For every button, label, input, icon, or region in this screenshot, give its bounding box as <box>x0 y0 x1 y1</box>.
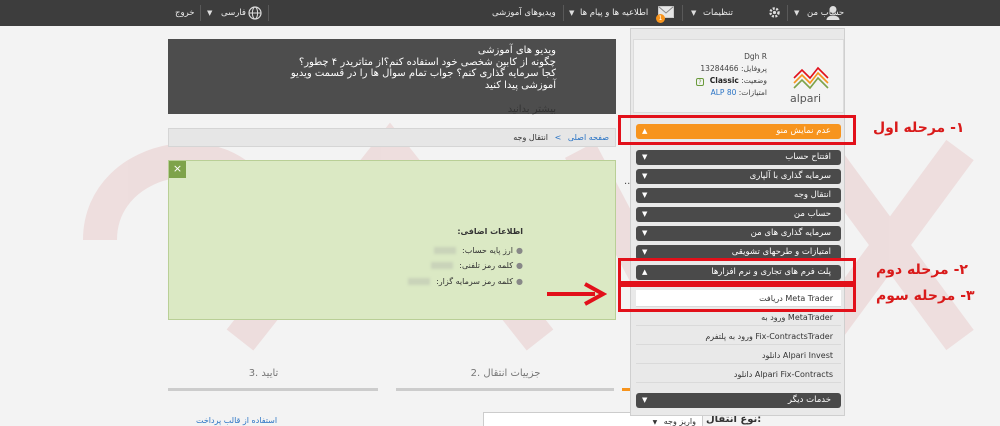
points-value[interactable]: ALP 80 <box>711 88 737 97</box>
account-profile: پروفایل: 13284466 <box>700 64 767 73</box>
step-progress-line <box>396 388 614 391</box>
divider <box>787 5 788 21</box>
redacted-value <box>434 246 457 254</box>
account-status: وضعیت: Classic <box>710 76 767 85</box>
redacted-value <box>431 262 454 269</box>
chevron-down-icon: ▼ <box>642 172 648 180</box>
menu-label: خدمات دیگر <box>787 395 831 405</box>
chevron-down-icon: ▼ <box>642 191 648 199</box>
annotation-highlight-step2 <box>618 258 856 284</box>
globe-icon[interactable] <box>248 6 262 20</box>
info-label: کلمه رمز تلفنی: <box>459 261 514 270</box>
divider <box>268 5 269 21</box>
transfer-type-value: واریز وجه <box>663 417 696 426</box>
menu-label: سرمایه گذاری های من <box>750 228 831 238</box>
divider <box>682 5 683 21</box>
info-row: ●کلمه رمز سرمایه گزار: <box>323 274 523 290</box>
account-card: Dgh R پروفایل: 13284466 وضعیت: Classic ?… <box>633 39 844 113</box>
close-icon[interactable]: × <box>169 161 186 178</box>
sidebar: Dgh R پروفایل: 13284466 وضعیت: Classic ?… <box>630 28 845 416</box>
payment-template-link[interactable]: استفاده از قالب پرداخت <box>196 416 277 425</box>
gear-icon[interactable] <box>768 6 781 20</box>
breadcrumb: صفحه اصلی > انتقال وجه <box>168 128 616 147</box>
bullet-icon: ● <box>516 276 523 286</box>
step-progress-line-active <box>622 388 630 391</box>
annotation-step1: ۱- مرحله اول <box>873 120 965 136</box>
notifications-link[interactable]: اطلاعیه ها و پیام ها <box>580 0 648 26</box>
tutorials-link[interactable]: ویدیوهای آموزشی <box>492 0 556 26</box>
chevron-down-icon: ▼ <box>642 210 648 218</box>
breadcrumb-current: انتقال وجه <box>513 133 549 142</box>
annotation-step3: ۳- مرحله سوم <box>876 288 975 304</box>
chevron-down-icon: ▼ <box>642 229 648 237</box>
redacted-value <box>408 277 431 285</box>
submenu-download-fix-contracts[interactable]: دانلود Alpari Fix-Contracts <box>636 366 841 383</box>
video-tutorials-notice: ویدیو های آموزشی چگونه از کابین شخصی خود… <box>168 39 616 114</box>
status-label: وضعیت: <box>741 76 767 85</box>
menu-open-account[interactable]: افتتاح حساب ▼ <box>636 150 841 165</box>
chevron-down-icon[interactable]: ▼ <box>794 0 799 26</box>
divider <box>200 5 201 21</box>
account-name: Dgh R <box>744 52 767 61</box>
breadcrumb-home[interactable]: صفحه اصلی <box>568 133 609 142</box>
additional-info: اطلاعات اضافی: ●ارز پایه حساب: ●کلمه رمز… <box>323 224 523 289</box>
chevron-down-icon: ▼ <box>642 396 648 404</box>
menu-label: سرمایه گذاری با آلپاری <box>749 171 831 181</box>
menu-label: انتقال وجه <box>794 190 831 200</box>
menu-label: امتیازات و طرحهای تشویقی <box>731 247 831 257</box>
info-row: ●ارز پایه حساب: <box>323 243 523 259</box>
breadcrumb-separator: > <box>554 133 562 142</box>
menu-label: افتتاح حساب <box>785 152 831 162</box>
points-label: امتیازات: <box>738 88 767 97</box>
logo-text: alpari <box>790 92 822 105</box>
learn-more-link[interactable]: بیشتر بدانید <box>168 104 616 118</box>
settings-link[interactable]: تنظیمات <box>703 0 733 26</box>
step-confirm: 3. تایید <box>248 368 279 379</box>
menu-my-account[interactable]: حساب من ▼ <box>636 207 841 222</box>
chevron-down-icon[interactable]: ▼ <box>569 0 574 26</box>
chevron-down-icon[interactable]: ▼ <box>207 0 212 26</box>
info-row: ●کلمه رمز تلفنی: <box>323 258 523 274</box>
menu-invest-alpari[interactable]: سرمایه گذاری با آلپاری ▼ <box>636 169 841 184</box>
language-selector[interactable]: فارسی <box>221 0 246 26</box>
info-label: کلمه رمز سرمایه گزار: <box>436 276 514 286</box>
info-title: اطلاعات اضافی: <box>457 227 523 236</box>
divider <box>563 5 564 21</box>
menu-label: حساب من <box>793 209 831 219</box>
bullet-icon: ● <box>516 261 523 270</box>
notification-badge: 1 <box>656 14 665 23</box>
logout-link[interactable]: خروج <box>175 0 195 26</box>
submenu-login-fix-contracts[interactable]: ورود به پلتفرم Fix-ContractsTrader <box>636 328 841 345</box>
annotation-highlight-step3 <box>618 284 856 312</box>
menu-other-services[interactable]: خدمات دیگر ▼ <box>636 393 841 408</box>
annotation-step2: ۲- مرحله دوم <box>876 262 968 278</box>
help-icon[interactable]: ? <box>696 78 704 86</box>
chevron-down-icon: ▼ <box>642 153 648 161</box>
profile-value: 13284466 <box>700 64 739 73</box>
status-value: Classic <box>709 76 739 85</box>
menu-fund-transfer[interactable]: انتقال وجه ▼ <box>636 188 841 203</box>
chevron-down-icon[interactable]: ▼ <box>691 0 696 26</box>
submenu-download-alpari-invest[interactable]: دانلود Alpari Invest <box>636 347 841 364</box>
notice-line: کجا سرمایه گذاری کنم؟ جواب تمام سوال ها … <box>290 68 556 79</box>
chevron-down-icon: ▼ <box>652 419 658 426</box>
account-points: امتیازات: ALP 80 <box>711 88 767 97</box>
notice-line: آموزشی پیدا کنید <box>484 79 556 91</box>
user-icon[interactable] <box>826 5 840 21</box>
step-transfer-details: 2. جزییات انتقال <box>470 368 541 379</box>
notice-line: ویدیو های آموزشی <box>477 45 556 56</box>
bullet-icon: ● <box>516 245 523 255</box>
profile-label: پروفایل: <box>740 64 767 73</box>
annotation-highlight-step1 <box>618 115 856 145</box>
top-navigation-bar: خروج ▼ فارسی ویدیوهای آموزشی ▼ اطلاعیه ه… <box>0 0 1000 26</box>
step-progress-line <box>168 388 378 391</box>
info-label: ارز پایه حساب: <box>462 245 514 255</box>
arrow-right-icon <box>547 282 607 306</box>
menu-my-investments[interactable]: سرمایه گذاری های من ▼ <box>636 226 841 241</box>
notice-line: چگونه از کابین شخصی خود استفاده کنم؟از م… <box>298 56 556 68</box>
